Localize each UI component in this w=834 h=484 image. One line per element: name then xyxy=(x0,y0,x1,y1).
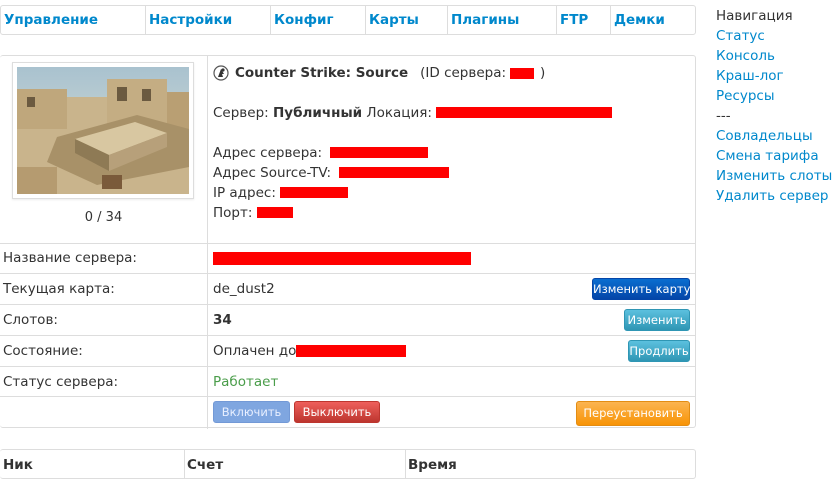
state-label: Состояние: xyxy=(3,343,83,359)
change-slots-button[interactable]: Изменить xyxy=(624,309,690,331)
status-value: Работает xyxy=(213,374,279,390)
server-type-label: Сервер: xyxy=(213,105,269,121)
server-id-redaction xyxy=(510,67,535,79)
port-line: Порт: xyxy=(213,203,612,223)
sourcetv-redaction xyxy=(339,167,450,178)
map-preview-image xyxy=(17,67,189,194)
change-map-button[interactable]: Изменить карту xyxy=(592,278,690,300)
server-type-line: Сервер: Публичный Локация: xyxy=(213,103,613,123)
column-nick: Ник xyxy=(3,457,33,473)
server-panel: 0 / 34 Counter Strike: Source (ID сервер… xyxy=(0,55,696,429)
actions-row: Включить Выключить Переустановить xyxy=(0,396,695,429)
tab-config[interactable]: Конфиг xyxy=(271,6,366,34)
start-button[interactable]: Включить xyxy=(213,401,290,423)
state-value: Оплачен до xyxy=(213,343,297,359)
side-nav-heading: Навигация xyxy=(716,8,793,24)
side-nav-coowners[interactable]: Совладельцы xyxy=(716,126,834,146)
column-time: Время xyxy=(408,457,457,473)
column-score: Счет xyxy=(187,457,224,473)
side-nav-console[interactable]: Консоль xyxy=(716,46,834,66)
sourcetv-line: Адрес Source-TV: xyxy=(213,163,612,183)
side-nav-resources[interactable]: Ресурсы xyxy=(716,86,834,106)
extend-button[interactable]: Продлить xyxy=(628,340,690,362)
tab-plugins[interactable]: Плагины xyxy=(448,6,557,34)
side-nav-change-slots[interactable]: Изменить слоты xyxy=(716,166,834,186)
state-row: Состояние: Оплачен до Продлить xyxy=(0,335,695,366)
tab-ftp[interactable]: FTP xyxy=(557,6,611,34)
server-info: Counter Strike: Source (ID сервера:) Сер… xyxy=(213,63,613,223)
side-nav-separator: --- xyxy=(716,108,731,124)
players-table-header: Ник Счет Время xyxy=(0,449,696,479)
map-row: Текущая карта: de_dust2 Изменить карту xyxy=(0,273,695,304)
location-redaction xyxy=(436,107,613,118)
side-nav-delete-server[interactable]: Удалить сервер xyxy=(716,186,834,206)
tab-management[interactable]: Управление xyxy=(1,6,146,34)
stop-button[interactable]: Выключить xyxy=(294,401,380,423)
server-id-label: (ID сервера: xyxy=(420,65,507,81)
map-label: Текущая карта: xyxy=(3,281,115,297)
server-name-row: Название сервера: xyxy=(0,243,695,273)
sourcetv-label: Адрес Source-TV: xyxy=(213,165,332,181)
status-row: Статус сервера: Работает xyxy=(0,366,695,396)
server-name-label: Название сервера: xyxy=(3,250,137,266)
tab-demos[interactable]: Демки xyxy=(611,6,695,34)
game-line: Counter Strike: Source (ID сервера:) xyxy=(213,63,612,83)
slots-value: 34 xyxy=(213,312,232,328)
server-type-value: Публичный xyxy=(272,105,363,121)
map-value: de_dust2 xyxy=(213,281,275,297)
tab-settings[interactable]: Настройки xyxy=(146,6,271,34)
side-nav-crashlog[interactable]: Краш-лог xyxy=(716,66,834,86)
ip-line: IP адрес: xyxy=(213,183,612,203)
port-label: Порт: xyxy=(213,205,253,221)
side-nav-status[interactable]: Статус xyxy=(716,26,834,46)
tab-maps[interactable]: Карты xyxy=(366,6,448,34)
paid-until-redaction xyxy=(296,345,406,357)
location-label: Локация: xyxy=(366,105,432,121)
port-redaction xyxy=(256,207,293,218)
address-label: Адрес сервера: xyxy=(213,145,323,161)
side-nav-change-plan[interactable]: Смена тарифа xyxy=(716,146,834,166)
slots-label: Слотов: xyxy=(3,312,58,328)
map-thumbnail xyxy=(12,62,194,199)
server-id-close: ) xyxy=(540,65,546,81)
slots-row: Слотов: 34 Изменить xyxy=(0,304,695,335)
server-name-redaction xyxy=(213,252,471,265)
address-line: Адрес сервера: xyxy=(213,143,612,163)
game-icon xyxy=(213,65,229,81)
top-nav: Управление Настройки Конфиг Карты Плагин… xyxy=(0,5,696,35)
ip-redaction xyxy=(280,187,349,198)
status-label: Статус сервера: xyxy=(3,374,119,390)
game-name: Counter Strike: Source xyxy=(235,65,409,81)
address-redaction xyxy=(330,147,429,158)
side-nav: Навигация Статус Консоль Краш-лог Ресурс… xyxy=(716,6,834,206)
player-count: 0 / 34 xyxy=(84,210,123,225)
panel-divider xyxy=(207,56,208,244)
ip-label: IP адрес: xyxy=(213,185,276,201)
reinstall-button[interactable]: Переустановить xyxy=(576,401,690,426)
